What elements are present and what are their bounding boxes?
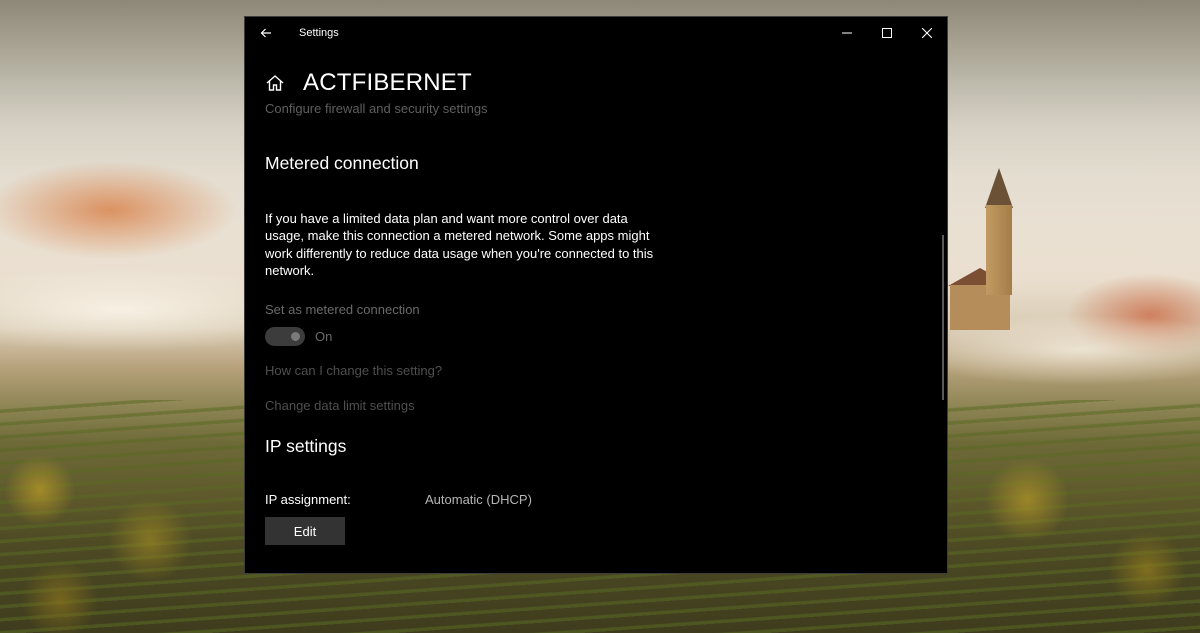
settings-window: Settings ACTFIBERNET Configure firewall … <box>244 16 948 574</box>
maximize-button[interactable] <box>867 17 907 49</box>
minimize-button[interactable] <box>827 17 867 49</box>
data-limit-link[interactable]: Change data limit settings <box>265 398 415 413</box>
close-icon <box>922 28 932 38</box>
back-arrow-icon <box>260 28 271 38</box>
home-icon[interactable] <box>265 73 285 93</box>
metered-toggle[interactable] <box>265 327 305 346</box>
close-button[interactable] <box>907 17 947 49</box>
ip-assignment-label: IP assignment: <box>265 492 351 507</box>
metered-toggle-label: Set as metered connection <box>265 302 420 317</box>
ip-assignment-row: IP assignment: Automatic (DHCP) <box>265 492 532 507</box>
settings-content: ACTFIBERNET Configure firewall and secur… <box>265 65 917 573</box>
page-header: ACTFIBERNET <box>265 65 917 101</box>
minimize-icon <box>842 32 852 34</box>
page-subtitle: Configure firewall and security settings <box>265 101 488 116</box>
ip-settings-heading: IP settings <box>265 436 347 456</box>
scrollbar[interactable] <box>942 235 944 400</box>
metered-toggle-row: On <box>265 327 332 346</box>
help-link[interactable]: How can I change this setting? <box>265 363 442 378</box>
maximize-icon <box>882 28 892 38</box>
wallpaper-church-tower <box>986 205 1012 295</box>
ip-assignment-value: Automatic (DHCP) <box>425 492 532 507</box>
wallpaper-church-spire <box>985 168 1013 208</box>
wallpaper-foliage-right <box>947 440 1200 633</box>
edit-ip-button[interactable]: Edit <box>265 517 345 545</box>
metered-toggle-state: On <box>315 329 333 344</box>
metered-description: If you have a limited data plan and want… <box>265 211 654 279</box>
title-bar[interactable]: Settings <box>245 17 947 49</box>
metered-connection-heading: Metered connection <box>265 153 419 173</box>
wallpaper-foliage-left <box>0 450 250 633</box>
toggle-knob <box>291 332 300 341</box>
caption-buttons <box>827 17 947 49</box>
back-button[interactable] <box>245 17 287 49</box>
page-title: ACTFIBERNET <box>303 69 472 96</box>
window-title: Settings <box>299 27 339 39</box>
